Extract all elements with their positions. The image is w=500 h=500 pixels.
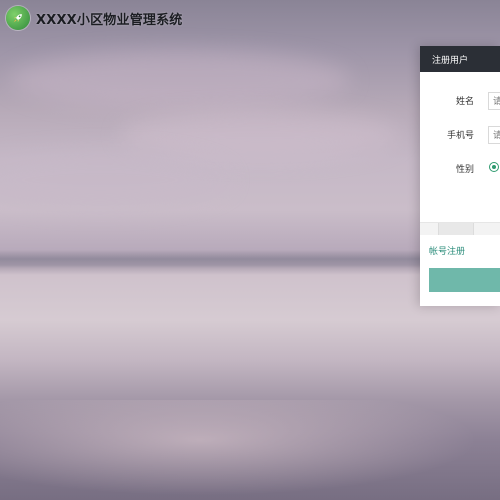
cloud: [120, 110, 400, 160]
phone-label: 手机号: [446, 130, 474, 141]
water-reflection: [0, 400, 500, 500]
gender-radio-selected[interactable]: [489, 162, 499, 172]
form-row-phone: 手机号: [420, 122, 500, 146]
name-label: 姓名: [455, 96, 474, 107]
rocket-icon: [6, 6, 30, 30]
register-panel-title: 注册用户: [432, 55, 469, 66]
cloud: [10, 50, 350, 110]
register-panel: 注册用户 姓名 手机号 性别 帐号注册: [420, 46, 500, 306]
register-form: 姓名 手机号 性别: [420, 72, 500, 222]
gender-label: 性别: [455, 164, 474, 175]
form-row-name: 姓名: [420, 88, 500, 112]
login-page: XXXX小区物业管理系统 注册用户 姓名 手机号 性别 帐号注册: [0, 0, 500, 500]
horizon: [0, 250, 420, 268]
name-input[interactable]: [488, 92, 500, 110]
phone-input[interactable]: [488, 126, 500, 144]
submit-button[interactable]: [429, 268, 500, 292]
account-register-link[interactable]: 帐号注册: [429, 244, 465, 257]
cloud: [0, 150, 230, 210]
app-header: XXXX小区物业管理系统: [6, 6, 183, 30]
register-panel-header: 注册用户: [420, 46, 500, 72]
form-row-gender: 性别: [420, 156, 500, 180]
app-title: XXXX小区物业管理系统: [36, 12, 183, 28]
tab-strip[interactable]: [420, 223, 500, 235]
